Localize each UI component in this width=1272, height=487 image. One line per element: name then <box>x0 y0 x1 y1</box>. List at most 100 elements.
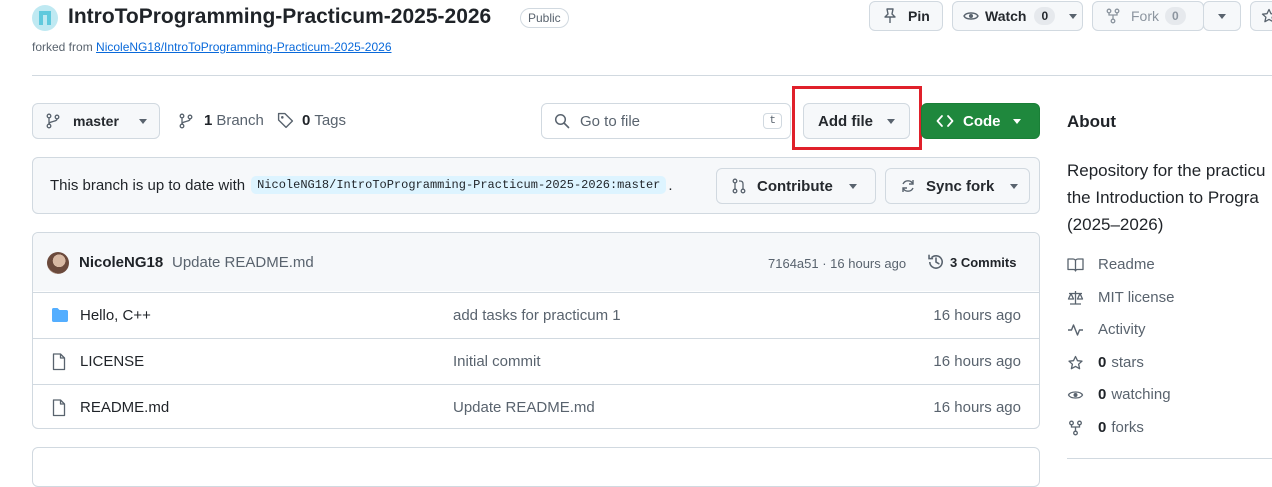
search-icon <box>554 113 570 129</box>
pulse-icon <box>1068 323 1083 336</box>
license-label: MIT license <box>1098 289 1175 306</box>
file-icon <box>52 353 66 371</box>
watching-link[interactable]: 0 watching <box>1067 386 1171 403</box>
sync-fork-button[interactable]: Sync fork <box>885 168 1030 204</box>
file-name[interactable]: Hello, C++ <box>80 307 151 324</box>
stars-link[interactable]: 0 stars <box>1067 354 1144 371</box>
commit-author[interactable]: NicoleNG18 <box>79 254 163 271</box>
commits-link[interactable]: 3 Commits <box>927 253 1016 271</box>
watching-count: 0 <box>1098 386 1107 403</box>
file-name[interactable]: README.md <box>80 399 169 416</box>
activity-link[interactable]: Activity <box>1067 321 1146 338</box>
file-commit-message[interactable]: Initial commit <box>453 353 541 370</box>
add-file-button[interactable]: Add file <box>803 103 910 139</box>
code-icon <box>936 115 954 127</box>
code-button[interactable]: Code <box>921 103 1040 139</box>
tags-link[interactable]: 0 Tags <box>277 112 346 129</box>
file-age: 16 hours ago <box>933 307 1021 324</box>
table-row[interactable]: README.md Update README.md 16 hours ago <box>33 384 1039 430</box>
fork-dropdown-button[interactable] <box>1203 1 1241 31</box>
file-commit-message[interactable]: add tasks for practicum 1 <box>453 307 621 324</box>
license-link[interactable]: MIT license <box>1067 289 1174 306</box>
watching-label: watching <box>1111 386 1171 403</box>
sync-text: This branch is up to date with <box>50 176 246 194</box>
fork-count: 0 <box>1165 7 1186 25</box>
file-icon <box>52 399 66 417</box>
fork-label: Fork <box>1131 8 1159 24</box>
search-shortcut: t <box>763 113 782 129</box>
commit-hash-time[interactable]: 7164a51 · 16 hours ago <box>768 256 906 271</box>
chevron-down-icon <box>1012 118 1021 124</box>
readme-link[interactable]: Readme <box>1067 256 1155 273</box>
forks-label: forks <box>1111 419 1144 436</box>
branch-icon <box>179 113 193 128</box>
commit-message[interactable]: Update README.md <box>172 254 314 271</box>
pull-request-icon <box>732 178 746 194</box>
star-button[interactable] <box>1250 1 1272 31</box>
sync-banner: This branch is up to date with NicoleNG1… <box>32 157 1040 214</box>
chevron-down-icon <box>1218 13 1226 19</box>
pin-label: Pin <box>908 8 930 24</box>
star-icon <box>1261 8 1272 23</box>
activity-label: Activity <box>1098 321 1146 338</box>
watch-label: Watch <box>985 8 1027 24</box>
latest-commit-bar: NicoleNG18 Update README.md 7164a51 · 16… <box>33 233 1039 291</box>
watch-count: 0 <box>1034 7 1056 25</box>
about-description-line: the Introduction to Progra <box>1067 188 1259 207</box>
add-file-label: Add file <box>818 112 873 130</box>
search-placeholder: Go to file <box>580 112 641 130</box>
file-name[interactable]: LICENSE <box>80 353 144 370</box>
law-icon <box>1067 290 1084 305</box>
go-to-file-input[interactable]: Go to file t <box>541 103 791 139</box>
eye-icon <box>1067 390 1084 399</box>
about-divider <box>1067 458 1272 459</box>
about-description-line: Repository for the practicu <box>1067 161 1266 180</box>
branches-count: 1 <box>204 112 213 129</box>
tags-label: Tags <box>314 112 347 129</box>
header-divider <box>32 75 1272 76</box>
forks-link[interactable]: 0 forks <box>1067 419 1144 436</box>
file-age: 16 hours ago <box>933 399 1021 416</box>
forked-from-link[interactable]: NicoleNG18/IntroToProgramming-Practicum-… <box>96 40 391 54</box>
avatar[interactable] <box>47 252 69 274</box>
repo-avatar <box>32 5 58 31</box>
book-icon <box>1067 257 1084 272</box>
branches-link[interactable]: 1 Branch <box>178 112 264 129</box>
stars-label: stars <box>1111 354 1144 371</box>
repo-name[interactable]: IntroToProgramming-Practicum-2025-2026 <box>68 5 491 29</box>
branch-name: master <box>73 113 119 129</box>
readme-label: Readme <box>1098 256 1155 273</box>
code-label: Code <box>963 112 1001 130</box>
sync-period: . <box>668 176 673 194</box>
fork-button[interactable]: Fork 0 <box>1092 1 1204 31</box>
fork-icon <box>1106 8 1120 24</box>
fork-icon <box>1069 420 1082 435</box>
readme-box <box>32 447 1040 487</box>
chevron-down-icon <box>848 183 857 189</box>
table-row[interactable]: Hello, C++ add tasks for practicum 1 16 … <box>33 292 1039 338</box>
chevron-down-icon <box>1010 183 1019 189</box>
contribute-label: Contribute <box>757 177 833 195</box>
commits-label: 3 Commits <box>950 254 1017 270</box>
branch-icon <box>46 113 60 129</box>
pin-button[interactable]: Pin <box>869 1 943 31</box>
chevron-down-icon <box>887 118 895 124</box>
table-row[interactable]: LICENSE Initial commit 16 hours ago <box>33 338 1039 384</box>
forks-count: 0 <box>1098 419 1107 436</box>
about-description: Repository for the practicu the Introduc… <box>1067 157 1265 238</box>
branch-selector[interactable]: master <box>32 103 160 139</box>
contribute-button[interactable]: Contribute <box>716 168 876 204</box>
watch-button[interactable]: Watch 0 <box>952 1 1083 31</box>
sync-status: This branch is up to date with NicoleNG1… <box>50 176 673 194</box>
stars-count: 0 <box>1098 354 1107 371</box>
eye-icon <box>963 12 979 20</box>
forked-from: forked from NicoleNG18/IntroToProgrammin… <box>32 40 392 54</box>
visibility-badge: Public <box>520 8 569 28</box>
branches-label: Branch <box>216 112 264 129</box>
file-age: 16 hours ago <box>933 353 1021 370</box>
file-commit-message[interactable]: Update README.md <box>453 399 595 416</box>
tag-icon <box>277 112 294 129</box>
sync-ref-link[interactable]: NicoleNG18/IntroToProgramming-Practicum-… <box>251 176 667 194</box>
chevron-down-icon <box>1069 13 1078 19</box>
pin-icon <box>884 8 896 23</box>
